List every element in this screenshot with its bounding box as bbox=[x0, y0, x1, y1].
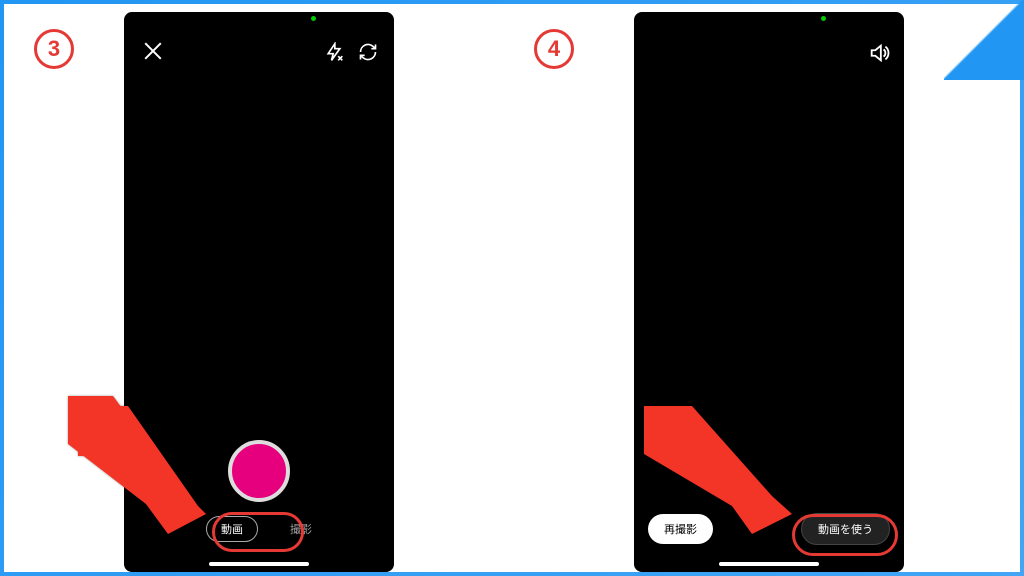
status-indicator-icon bbox=[311, 16, 316, 21]
home-indicator bbox=[209, 562, 309, 566]
step-number-3: 3 bbox=[34, 29, 74, 69]
speaker-icon[interactable] bbox=[868, 42, 890, 69]
camera-top-bar bbox=[124, 40, 394, 70]
record-button[interactable] bbox=[228, 440, 290, 502]
corner-cut bbox=[944, 0, 1024, 80]
home-indicator bbox=[719, 562, 819, 566]
mode-capture-label[interactable]: 撮影 bbox=[290, 521, 312, 537]
flash-off-icon[interactable] bbox=[324, 42, 344, 67]
step-number-4: 4 bbox=[534, 29, 574, 69]
switch-camera-icon[interactable] bbox=[358, 42, 378, 67]
status-indicator-icon bbox=[821, 16, 826, 21]
mode-video-pill[interactable]: 動画 bbox=[206, 516, 258, 542]
close-icon[interactable] bbox=[142, 40, 164, 62]
callout-arrow-step4 bbox=[644, 406, 794, 536]
use-video-button[interactable]: 動画を使う bbox=[801, 513, 890, 545]
callout-arrow-step3 bbox=[68, 396, 208, 536]
tutorial-slide: 3 4 動画 bbox=[4, 4, 1020, 572]
